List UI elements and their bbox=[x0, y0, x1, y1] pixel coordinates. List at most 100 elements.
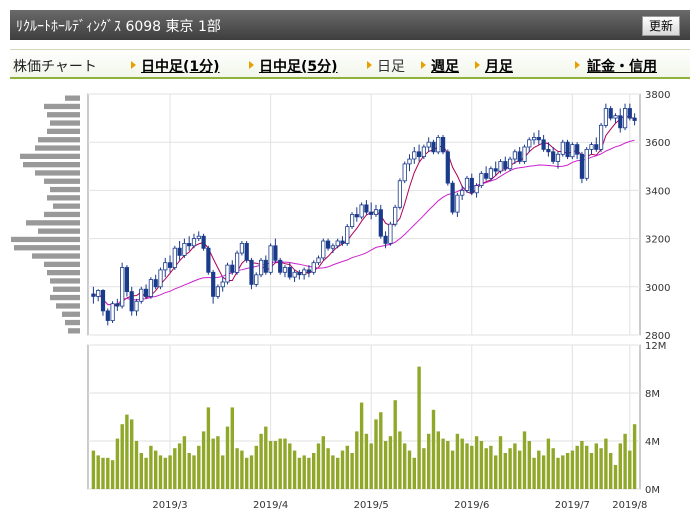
profile-bar bbox=[50, 120, 80, 126]
candle-body bbox=[297, 271, 302, 276]
volume-bar bbox=[465, 443, 469, 489]
profile-bar bbox=[23, 162, 80, 168]
volume-bar bbox=[623, 433, 627, 489]
candle-body bbox=[575, 144, 580, 155]
candle-body bbox=[402, 163, 407, 182]
candle-body bbox=[172, 247, 177, 268]
profile-bar bbox=[47, 195, 80, 201]
volume-bar bbox=[484, 448, 488, 489]
volume-bar bbox=[264, 426, 268, 489]
candle-body bbox=[388, 223, 393, 244]
volume-bar bbox=[240, 450, 244, 489]
volume-bar bbox=[268, 441, 273, 489]
candle-body bbox=[115, 303, 120, 307]
volume-bar bbox=[551, 448, 555, 489]
volume-bar bbox=[460, 438, 464, 489]
candle-body bbox=[129, 291, 134, 312]
candle-body bbox=[139, 288, 144, 302]
profile-bar bbox=[20, 153, 80, 159]
volume-bar bbox=[321, 436, 325, 489]
volume-bar bbox=[139, 453, 143, 489]
candle-body bbox=[464, 177, 470, 191]
profile-bar bbox=[14, 245, 80, 251]
volume-bar bbox=[206, 407, 211, 489]
volume-bar bbox=[292, 450, 297, 489]
volume-bar bbox=[230, 407, 234, 489]
candle-body bbox=[498, 161, 503, 172]
candle-body bbox=[594, 144, 599, 150]
candle-body bbox=[373, 209, 379, 215]
volume-axis-labels: 12M 8M 4M 0M bbox=[645, 341, 666, 496]
candle-body bbox=[91, 293, 96, 297]
price-axis-labels: 380036003400320030002800 bbox=[645, 90, 670, 342]
volume-bar bbox=[154, 450, 158, 489]
candle-body bbox=[431, 141, 436, 153]
candle-body bbox=[484, 173, 489, 179]
candle-body bbox=[541, 139, 546, 150]
stock-chart: 380036003400320030002800 12M8M4M0M 2019/… bbox=[11, 90, 670, 511]
volume-bar bbox=[326, 448, 330, 489]
volume-bar bbox=[474, 436, 479, 489]
candle-body bbox=[220, 281, 225, 288]
candle-body bbox=[369, 211, 374, 215]
candle-body bbox=[426, 141, 431, 148]
volume-bar bbox=[278, 438, 282, 489]
volume-bar bbox=[130, 419, 134, 489]
date-tick-label: 2019/6 bbox=[454, 500, 489, 511]
volume-bar bbox=[489, 445, 493, 489]
volume-bar bbox=[537, 450, 541, 489]
volume-bar bbox=[225, 426, 230, 489]
candle-body bbox=[134, 300, 139, 312]
volume-bar bbox=[585, 445, 589, 489]
volume-bar bbox=[158, 455, 163, 489]
volume-bar bbox=[350, 453, 354, 489]
volume-bar bbox=[450, 450, 455, 489]
candle-body bbox=[532, 136, 537, 141]
candle-body bbox=[258, 259, 264, 276]
candle-body bbox=[153, 279, 158, 288]
volume-bar bbox=[297, 457, 302, 489]
candle-body bbox=[393, 206, 398, 225]
volume-bar bbox=[618, 443, 622, 489]
candle-body bbox=[555, 153, 561, 162]
candle-body bbox=[316, 257, 321, 264]
candle-body bbox=[603, 108, 609, 126]
volume-bar bbox=[594, 443, 598, 489]
candle-body bbox=[211, 271, 216, 297]
candle-body bbox=[421, 146, 427, 158]
date-tick-label: 2019/4 bbox=[253, 500, 288, 511]
candle-body bbox=[225, 264, 230, 283]
profile-bar bbox=[50, 294, 80, 301]
candle-body bbox=[335, 240, 340, 247]
profile-bar bbox=[65, 95, 80, 101]
price-tick-label: 3000 bbox=[645, 283, 670, 294]
candle-body bbox=[565, 141, 570, 158]
candle-body bbox=[632, 117, 637, 121]
volume-tick-label: 8M bbox=[645, 389, 660, 400]
candle-body bbox=[512, 151, 518, 160]
volume-bar bbox=[115, 438, 120, 489]
price-volume-profile bbox=[11, 95, 80, 334]
candle-body bbox=[321, 240, 326, 259]
volume-bar bbox=[383, 441, 388, 489]
volume-bar bbox=[312, 453, 316, 489]
candle-body bbox=[364, 204, 369, 213]
candle-body bbox=[551, 151, 556, 162]
volume-bar bbox=[254, 445, 258, 489]
profile-bar bbox=[68, 328, 80, 334]
candle-body bbox=[349, 214, 355, 228]
volume-bar bbox=[110, 460, 115, 489]
candle-body bbox=[560, 141, 565, 155]
candle-body bbox=[378, 209, 383, 237]
candle-body bbox=[340, 240, 345, 244]
volume-bar bbox=[187, 453, 191, 489]
candle-body bbox=[503, 161, 508, 170]
candle-body bbox=[589, 144, 594, 150]
volume-bar bbox=[355, 431, 359, 489]
volume-bar bbox=[192, 455, 196, 489]
candle-body bbox=[440, 136, 446, 153]
profile-bar bbox=[11, 236, 80, 243]
date-tick-label: 2019/8 bbox=[612, 500, 647, 511]
date-tick-label: 2019/3 bbox=[152, 500, 187, 511]
candle-body bbox=[488, 168, 494, 179]
